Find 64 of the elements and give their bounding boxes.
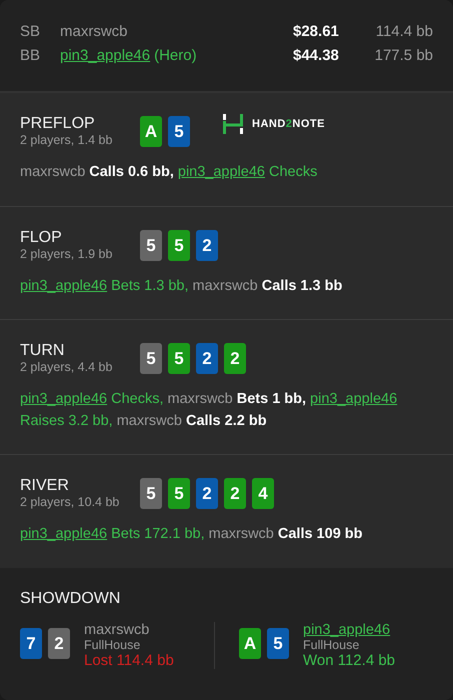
action-text: Checks <box>268 163 318 182</box>
player-link[interactable]: pin3_apple46 <box>60 47 150 64</box>
card: 2 <box>196 230 218 261</box>
player-link[interactable]: pin3_apple46 <box>20 275 108 297</box>
player-link[interactable]: pin3_apple46 <box>178 161 265 183</box>
action-text: Checks, <box>111 390 164 409</box>
action-text: Raises 3.2 bb, <box>20 412 113 431</box>
street-info: 2 players, 1.4 bb <box>20 133 114 147</box>
hand-type: FullHouse <box>84 638 142 652</box>
hero-tag: (Hero) <box>154 47 197 64</box>
position-label: BB <box>20 47 42 64</box>
stack-bb: 114.4 bb <box>374 23 433 40</box>
card: 2 <box>48 628 70 659</box>
player-label[interactable]: maxrswcb <box>60 23 128 40</box>
card: 2 <box>196 343 218 374</box>
player-label[interactable]: maxrswcb <box>20 161 86 183</box>
result-text: Won 112.4 bb <box>303 652 396 669</box>
street-info: 2 players, 1.9 bb <box>20 247 114 261</box>
player-label[interactable]: maxrswcb <box>167 388 233 410</box>
card: 5 <box>168 343 190 374</box>
stack-bb: 177.5 bb <box>374 47 433 64</box>
action-text: Bets 172.1 bb, <box>111 525 205 544</box>
action-text: Bets 1.3 bb, <box>111 277 188 296</box>
card: 5 <box>140 230 162 261</box>
street-title: PREFLOP <box>20 115 96 133</box>
card: 5 <box>140 478 162 509</box>
action-text: Calls 2.2 bb <box>186 412 267 431</box>
card: 5 <box>267 628 289 659</box>
card: A <box>140 116 162 147</box>
result-text: Lost 114.4 bb <box>84 652 174 669</box>
card: 5 <box>168 230 190 261</box>
street-title: RIVER <box>20 477 70 495</box>
stack-amount: $44.38 <box>293 47 340 64</box>
street-title: TURN <box>20 342 66 360</box>
stack-amount: $28.61 <box>293 23 340 40</box>
player-label[interactable]: maxrswcb <box>192 275 258 297</box>
action-text: Bets 1 bb, <box>236 390 306 409</box>
street-info: 2 players, 10.4 bb <box>20 495 120 509</box>
player-label[interactable]: maxrswcb <box>208 523 274 545</box>
player-link[interactable]: pin3_apple46 <box>310 388 398 410</box>
action-text: Calls 109 bb <box>278 525 362 544</box>
card: 2 <box>224 343 246 374</box>
logo-text: HAND2NOTE <box>252 118 325 130</box>
card: 5 <box>140 343 162 374</box>
logo-icon <box>222 113 244 135</box>
player-link[interactable]: pin3_apple46 <box>303 622 396 638</box>
hand-type: FullHouse <box>303 638 360 652</box>
card: 5 <box>168 116 190 147</box>
action-text: Calls 0.6 bb, <box>89 163 174 182</box>
action-text: Calls 1.3 bb <box>262 277 342 296</box>
card: 2 <box>196 478 218 509</box>
card: A <box>239 628 261 659</box>
card: 2 <box>224 478 246 509</box>
card: 4 <box>252 478 274 509</box>
player-label[interactable]: maxrswcb <box>116 410 182 432</box>
card: 5 <box>168 478 190 509</box>
showdown-title: SHOWDOWN <box>20 590 122 608</box>
street-info: 2 players, 4.4 bb <box>20 360 114 374</box>
position-label: SB <box>20 23 42 40</box>
street-title: FLOP <box>20 229 63 247</box>
player-link[interactable]: pin3_apple46 <box>20 388 108 410</box>
card: 7 <box>20 628 42 659</box>
player-label[interactable]: maxrswcb <box>84 622 174 638</box>
player-link[interactable]: pin3_apple46 <box>20 523 108 545</box>
